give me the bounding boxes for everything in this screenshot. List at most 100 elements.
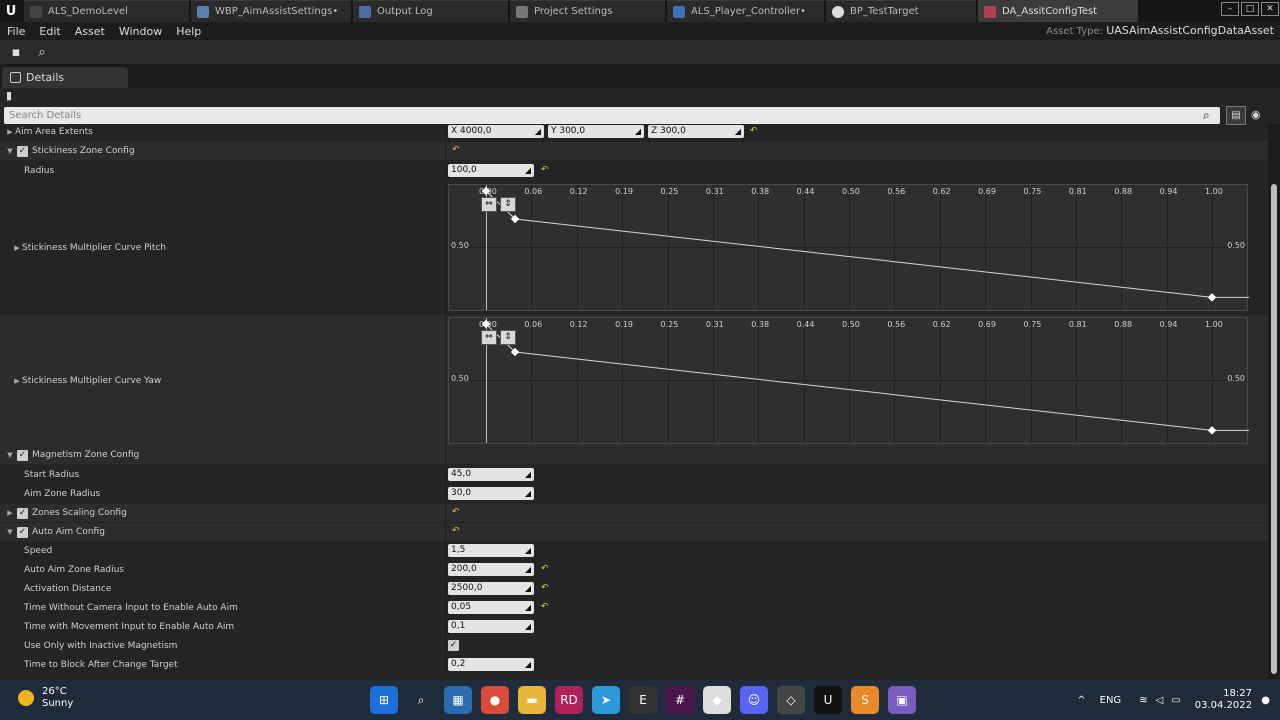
code-editor-icon[interactable]: ◆	[703, 686, 731, 714]
rider-icon[interactable]: RD	[555, 686, 583, 714]
curve-key[interactable]	[1207, 293, 1217, 302]
reset-to-default-icon[interactable]: ↶	[452, 526, 460, 536]
expand-arrow-icon[interactable]: ▶	[12, 244, 22, 252]
aim-zone-radius-field[interactable]: 30,0 ◢	[448, 487, 534, 500]
expand-arrow-icon[interactable]: ▶	[12, 377, 22, 385]
notification-icon[interactable]: ●	[1261, 695, 1270, 706]
fit-vertical-icon[interactable]: ⇕	[500, 197, 516, 212]
reset-to-default-icon[interactable]: ↶	[541, 583, 549, 593]
start-radius-field[interactable]: 45,0 ◢	[448, 468, 534, 481]
reset-to-default-icon[interactable]: ↶	[541, 564, 549, 574]
minimize-button[interactable]: –	[1221, 2, 1239, 16]
column-divider[interactable]	[445, 142, 446, 160]
expand-arrow-icon[interactable]: ▶	[5, 509, 15, 517]
column-divider[interactable]	[445, 504, 446, 522]
volume-icon[interactable]: ◁	[1156, 695, 1164, 706]
collapse-arrow-icon[interactable]: ▼	[5, 147, 15, 155]
tab-player-controller[interactable]: ALS_Player_Controller•	[667, 0, 824, 22]
eye-icon[interactable]: ◉	[1251, 108, 1261, 121]
battery-icon[interactable]: ▭	[1171, 695, 1180, 706]
slack-icon[interactable]: #	[666, 686, 694, 714]
photos-icon[interactable]: ▦	[444, 686, 472, 714]
details-tab[interactable]: Details	[2, 67, 128, 88]
tab-da-assit-config-test[interactable]: DA_AssitConfigTest	[978, 0, 1138, 22]
enable-checkbox[interactable]: ✓	[17, 507, 28, 519]
search-details-input[interactable]: Search Details	[4, 107, 1220, 124]
visual-studio-icon[interactable]: ▣	[888, 686, 916, 714]
column-divider[interactable]	[445, 618, 446, 636]
radius-field[interactable]: 100,0 ◢	[448, 164, 534, 177]
y-field[interactable]: Y 300,0 ◢	[548, 125, 644, 138]
chrome-icon[interactable]: ●	[481, 686, 509, 714]
column-divider[interactable]	[445, 637, 446, 655]
reset-to-default-icon[interactable]: ↶	[750, 126, 758, 136]
time-with-movement-field[interactable]: 0,1 ◢	[448, 620, 534, 633]
enable-checkbox[interactable]: ✓	[17, 449, 28, 461]
menu-window[interactable]: Window	[112, 25, 169, 38]
discord-icon[interactable]: ☺	[740, 686, 768, 714]
use-only-inactive-checkbox[interactable]: ✓	[448, 640, 459, 651]
language-indicator[interactable]: ENG	[1100, 695, 1122, 706]
column-divider[interactable]	[445, 466, 446, 484]
windows-start-icon[interactable]: ⊞	[370, 686, 398, 714]
reset-to-default-icon[interactable]: ↶	[541, 165, 549, 175]
z-field[interactable]: Z 300,0 ◢	[648, 125, 744, 138]
sublime-icon[interactable]: S	[851, 686, 879, 714]
maximize-button[interactable]: □	[1241, 2, 1259, 16]
save-icon[interactable]: ▪	[6, 42, 26, 62]
tab-demo-level[interactable]: ALS_DemoLevel	[24, 0, 189, 22]
reset-to-default-icon[interactable]: ↶	[452, 145, 460, 155]
column-divider[interactable]	[445, 485, 446, 503]
view-options-button[interactable]: ▤	[1226, 106, 1246, 125]
epic-games-icon[interactable]: E	[629, 686, 657, 714]
enable-checkbox[interactable]: ✓	[17, 145, 28, 157]
collapse-arrow-icon[interactable]: ▼	[5, 451, 15, 459]
collapse-arrow-icon[interactable]: ▼	[5, 528, 15, 536]
enable-checkbox[interactable]: ✓	[17, 526, 28, 538]
fit-horizontal-icon[interactable]: ⇔	[481, 330, 497, 345]
telegram-icon[interactable]: ➤	[592, 686, 620, 714]
column-divider[interactable]	[445, 162, 446, 180]
auto-aim-zone-radius-field[interactable]: 200,0 ◢	[448, 563, 534, 576]
reset-to-default-icon[interactable]: ↶	[452, 507, 460, 517]
scrollbar-thumb[interactable]	[1271, 184, 1277, 674]
time-without-camera-field[interactable]: 0,05 ◢	[448, 601, 534, 614]
fit-vertical-icon[interactable]: ⇕	[500, 330, 516, 345]
curve-editor-pitch[interactable]: 0.000.060.120.190.250.310.380.440.500.56…	[448, 184, 1249, 311]
unreal-icon[interactable]: U	[814, 686, 842, 714]
reset-to-default-icon[interactable]: ↶	[541, 602, 549, 612]
browse-icon[interactable]: ⌕	[32, 42, 52, 62]
column-divider[interactable]	[445, 523, 446, 541]
menu-asset[interactable]: Asset	[68, 25, 112, 38]
wifi-icon[interactable]: ≋	[1139, 695, 1147, 706]
menu-file[interactable]: File	[0, 25, 32, 38]
chevron-up-icon[interactable]: ^	[1077, 695, 1085, 706]
x-field[interactable]: X 4000,0 ◢	[448, 125, 544, 138]
tab-wbp-aim-assist-settings[interactable]: WBP_AimAssistSettings•	[191, 0, 351, 22]
unity-icon[interactable]: ◇	[777, 686, 805, 714]
column-divider[interactable]	[445, 182, 446, 313]
menu-help[interactable]: Help	[169, 25, 208, 38]
tab-bp-test-target[interactable]: BP_TestTarget	[826, 0, 976, 22]
tab-project-settings[interactable]: Project Settings	[510, 0, 665, 22]
column-divider[interactable]	[445, 315, 446, 446]
vertical-scrollbar[interactable]	[1268, 124, 1280, 679]
column-divider[interactable]	[445, 580, 446, 598]
close-button[interactable]: ✕	[1261, 2, 1279, 16]
menu-edit[interactable]: Edit	[32, 25, 67, 38]
curve-editor-yaw[interactable]: 0.000.060.120.190.250.310.380.440.500.56…	[448, 317, 1249, 444]
lock-icon[interactable]: ▮	[6, 89, 12, 102]
column-divider[interactable]	[445, 124, 446, 140]
activation-distance-field[interactable]: 2500,0 ◢	[448, 582, 534, 595]
expand-arrow-icon[interactable]: ▶	[5, 128, 15, 136]
column-divider[interactable]	[445, 561, 446, 579]
curve-key[interactable]	[1207, 426, 1217, 435]
search-icon[interactable]: ⌕	[407, 686, 435, 714]
column-divider[interactable]	[445, 542, 446, 560]
clock[interactable]: 18:27 03.04.2022	[1195, 688, 1252, 712]
time-to-block-field[interactable]: 0,2 ◢	[448, 658, 534, 671]
column-divider[interactable]	[445, 599, 446, 617]
file-explorer-icon[interactable]: ▬	[518, 686, 546, 714]
fit-horizontal-icon[interactable]: ⇔	[481, 197, 497, 212]
speed-field[interactable]: 1,5 ◢	[448, 544, 534, 557]
